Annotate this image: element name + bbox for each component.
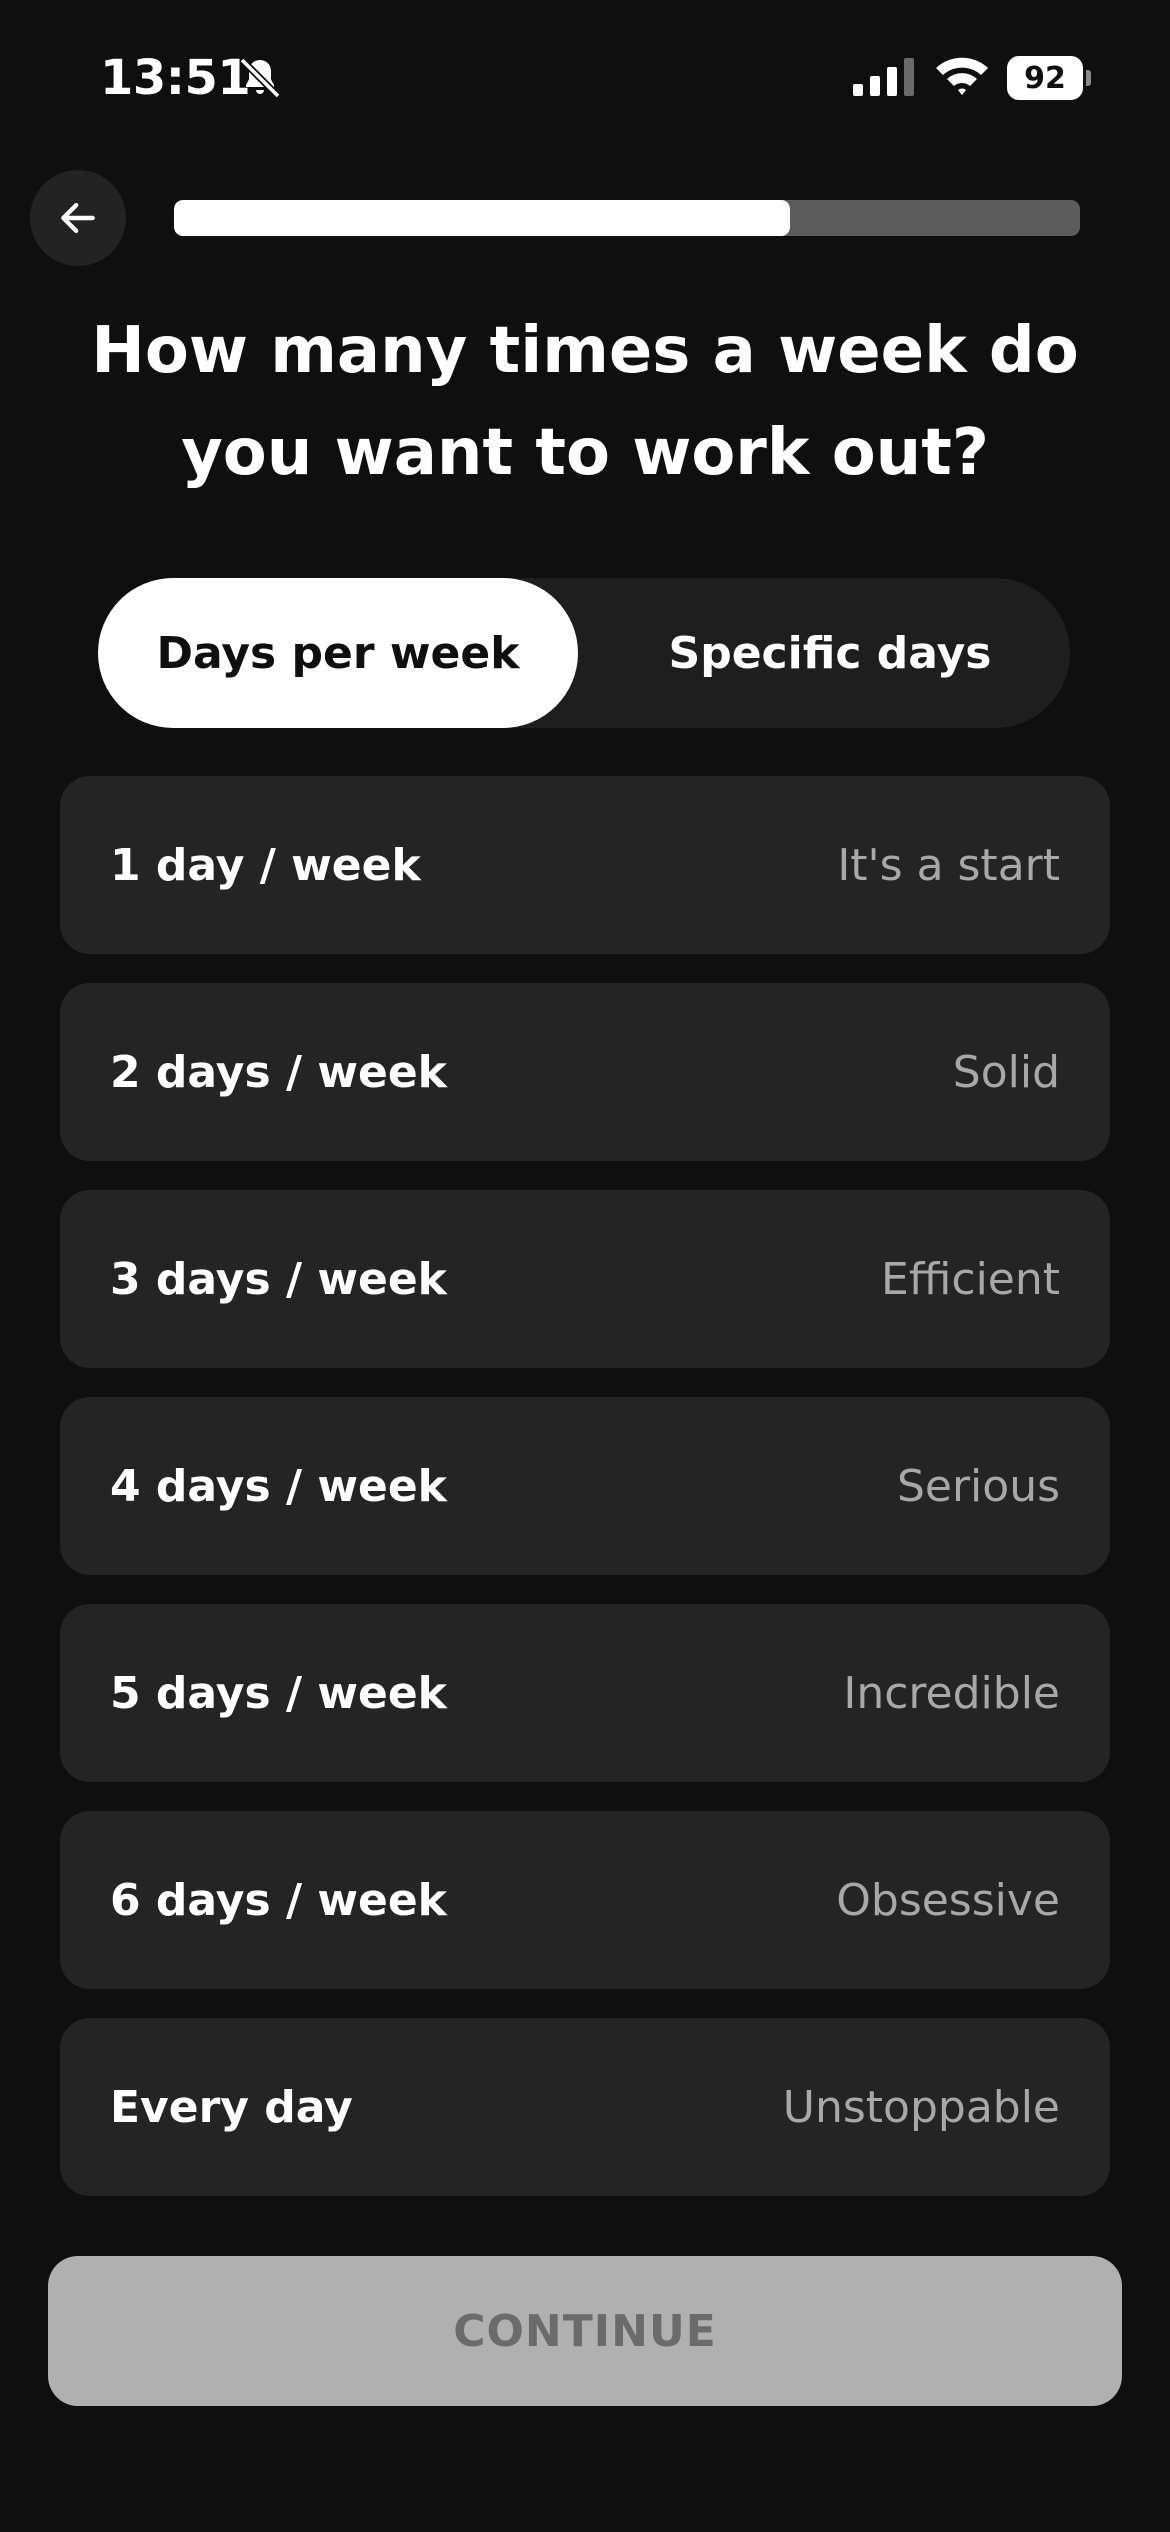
option-5-days[interactable]: 5 days / week Incredible — [60, 1604, 1110, 1782]
option-description: Unstoppable — [782, 2081, 1060, 2133]
option-description: Incredible — [843, 1667, 1060, 1719]
option-label: 5 days / week — [110, 1667, 447, 1719]
screen: 13:51 92 How many times a week do you wa… — [0, 0, 1170, 2532]
progress-fill — [174, 200, 791, 236]
frequency-mode-toggle: Days per week Specific days — [98, 578, 1070, 728]
option-label: 2 days / week — [110, 1046, 447, 1098]
battery-body: 92 — [1007, 56, 1083, 100]
tab-specific-days[interactable]: Specific days — [590, 578, 1070, 728]
option-label: 3 days / week — [110, 1253, 447, 1305]
wifi-icon — [936, 57, 988, 95]
status-bar: 13:51 92 — [0, 0, 1170, 150]
tab-days-per-week[interactable]: Days per week — [98, 578, 578, 728]
battery-level: 92 — [1024, 60, 1066, 96]
option-description: Solid — [952, 1046, 1060, 1098]
option-label: 1 day / week — [110, 839, 421, 891]
option-label: Every day — [110, 2081, 353, 2133]
option-2-days[interactable]: 2 days / week Solid — [60, 983, 1110, 1161]
option-label: 4 days / week — [110, 1460, 447, 1512]
cellular-signal-icon — [853, 58, 914, 96]
option-label: 6 days / week — [110, 1874, 447, 1926]
page-title: How many times a week do you want to wor… — [91, 314, 1079, 490]
arrow-left-icon — [61, 202, 95, 234]
option-1-day[interactable]: 1 day / week It's a start — [60, 776, 1110, 954]
option-description: Obsessive — [836, 1874, 1060, 1926]
back-button[interactable] — [30, 170, 126, 266]
option-3-days[interactable]: 3 days / week Efficient — [60, 1190, 1110, 1368]
status-time: 13:51 — [100, 50, 251, 106]
continue-button[interactable]: CONTINUE — [48, 2256, 1122, 2406]
option-description: Serious — [896, 1460, 1060, 1512]
option-every-day[interactable]: Every day Unstoppable — [60, 2018, 1110, 2196]
option-description: It's a start — [837, 839, 1060, 891]
option-4-days[interactable]: 4 days / week Serious — [60, 1397, 1110, 1575]
battery-cap — [1086, 70, 1091, 86]
battery-icon: 92 — [1007, 56, 1091, 100]
option-6-days[interactable]: 6 days / week Obsessive — [60, 1811, 1110, 1989]
option-description: Efficient — [881, 1253, 1060, 1305]
bell-slash-icon — [239, 57, 281, 99]
onboarding-progress-bar — [174, 200, 1080, 236]
